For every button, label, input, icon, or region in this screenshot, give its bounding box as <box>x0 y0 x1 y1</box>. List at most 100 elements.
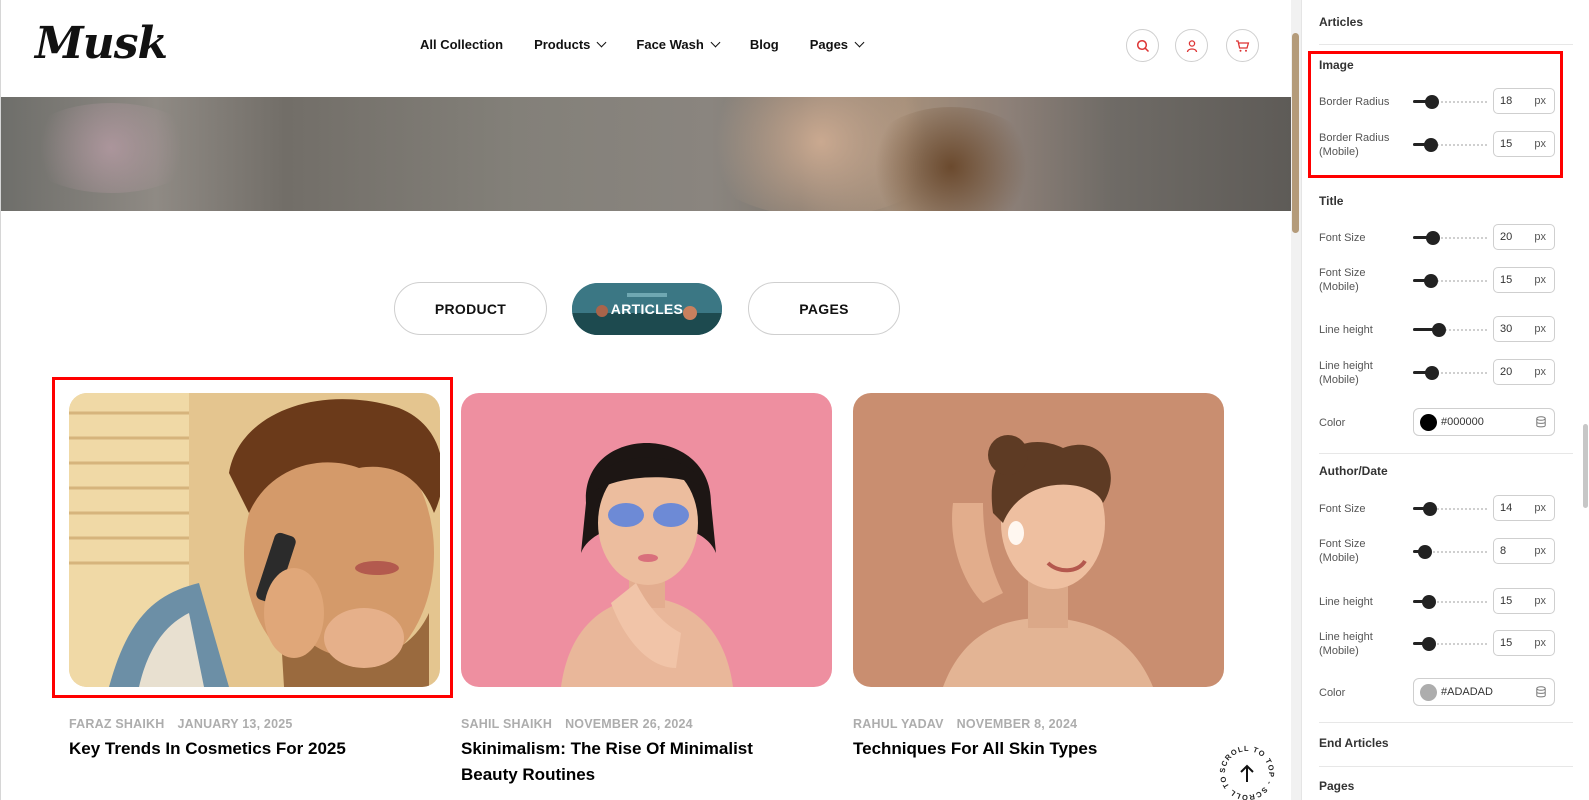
article-image[interactable] <box>461 393 832 687</box>
unit-label: px <box>1534 274 1546 286</box>
preview-scrollbar[interactable] <box>1291 0 1301 800</box>
cart-button[interactable] <box>1226 29 1259 62</box>
article-card[interactable]: FARAZ SHAIKH JANUARY 13, 2025 Key Trends … <box>69 393 440 758</box>
slider-knob[interactable] <box>1422 637 1436 651</box>
search-button[interactable] <box>1126 29 1159 62</box>
border-radius-mobile-slider[interactable] <box>1413 138 1487 152</box>
article-author[interactable]: SAHIL SHAIKH <box>461 717 552 731</box>
scroll-to-top-button[interactable]: SCROLL TO TOP - SCROLL TO TOP - <box>1215 737 1276 800</box>
nav-products[interactable]: Products <box>534 37 607 52</box>
arrow-up-icon <box>1240 764 1254 782</box>
author-font-size-slider[interactable] <box>1413 502 1487 516</box>
nav-face-wash[interactable]: Face Wash <box>636 37 721 52</box>
woman-applying-cream-photo <box>853 393 1224 687</box>
title-line-height-mobile-slider[interactable] <box>1413 366 1487 380</box>
nav-all-collection[interactable]: All Collection <box>420 37 503 52</box>
nav-label: Products <box>534 37 591 52</box>
divider <box>1319 44 1573 45</box>
slider-knob[interactable] <box>1422 595 1436 609</box>
title-line-height-input[interactable]: 30 px <box>1493 316 1555 342</box>
database-icon[interactable] <box>1536 416 1546 428</box>
article-image[interactable] <box>69 393 440 687</box>
divider <box>1319 722 1573 723</box>
section-heading-pages[interactable]: Pages <box>1319 779 1354 793</box>
article-author[interactable]: FARAZ SHAIKH <box>69 717 164 731</box>
color-hex-value: #ADADAD <box>1441 686 1493 698</box>
unit-label: px <box>1534 231 1546 243</box>
site-logo[interactable]: Musk <box>35 18 168 69</box>
unit-label: px <box>1534 366 1546 378</box>
unit-label: px <box>1534 323 1546 335</box>
title-font-size-mobile-slider[interactable] <box>1413 274 1487 288</box>
article-author[interactable]: RAHUL YADAV <box>853 717 944 731</box>
input-value: 18 <box>1500 95 1513 107</box>
slider-knob[interactable] <box>1423 502 1437 516</box>
title-font-size-mobile-input[interactable]: 15 px <box>1493 267 1555 293</box>
nav-label: Pages <box>809 37 849 52</box>
slider-knob[interactable] <box>1424 138 1438 152</box>
title-color-picker[interactable]: #000000 <box>1413 408 1555 436</box>
article-title[interactable]: Key Trends In Cosmetics For 2025 <box>69 736 399 762</box>
cart-icon <box>1236 39 1250 52</box>
panel-scrollbar[interactable] <box>1581 0 1589 800</box>
panel-scrollbar-thumb[interactable] <box>1583 424 1588 508</box>
title-font-size-slider[interactable] <box>1413 231 1487 245</box>
nav-pages[interactable]: Pages <box>809 37 865 52</box>
author-font-size-label: Font Size <box>1319 503 1366 515</box>
border-radius-input[interactable]: 18 px <box>1493 88 1555 114</box>
nav-label: Blog <box>749 37 779 52</box>
slider-knob[interactable] <box>1432 323 1446 337</box>
border-radius-mobile-input[interactable]: 15 px <box>1493 131 1555 157</box>
section-heading-articles[interactable]: Articles <box>1319 15 1363 29</box>
input-value: 30 <box>1500 323 1513 335</box>
article-title[interactable]: Techniques For All Skin Types <box>853 736 1183 762</box>
divider <box>1319 766 1573 767</box>
settings-panel: Articles Image Border Radius 18 px Border… <box>1301 0 1589 800</box>
article-card[interactable]: SAHIL SHAIKH NOVEMBER 26, 2024 Skinimalis… <box>461 393 832 784</box>
article-image[interactable] <box>853 393 1224 687</box>
account-button[interactable] <box>1175 29 1208 62</box>
main-nav: All Collection Products Face Wash Blog P… <box>420 37 865 52</box>
slider-knob[interactable] <box>1425 95 1439 109</box>
article-card[interactable]: RAHUL YADAV NOVEMBER 8, 2024 Techniques F… <box>853 393 1224 758</box>
input-value: 14 <box>1500 502 1513 514</box>
title-font-size-input[interactable]: 20 px <box>1493 224 1555 250</box>
author-font-size-input[interactable]: 14 px <box>1493 495 1555 521</box>
author-line-height-mobile-input[interactable]: 15 px <box>1493 630 1555 656</box>
slider-knob[interactable] <box>1426 231 1440 245</box>
author-color-swatch[interactable] <box>1420 684 1437 701</box>
article-date: NOVEMBER 26, 2024 <box>565 717 693 731</box>
chevron-down-icon <box>596 37 607 48</box>
author-line-height-label: Line height <box>1319 596 1373 608</box>
label-line: Font Size <box>1319 267 1366 279</box>
author-font-size-mobile-slider[interactable] <box>1413 545 1487 559</box>
author-line-height-slider[interactable] <box>1413 595 1487 609</box>
author-font-size-mobile-input[interactable]: 8 px <box>1493 538 1555 564</box>
chevron-down-icon <box>710 37 721 48</box>
author-font-size-mobile-label: Font Size (Mobile) <box>1319 537 1365 565</box>
slider-knob[interactable] <box>1425 366 1439 380</box>
nav-blog[interactable]: Blog <box>750 37 779 52</box>
title-color-swatch[interactable] <box>1420 414 1437 431</box>
author-line-height-input[interactable]: 15 px <box>1493 588 1555 614</box>
preview-scrollbar-thumb[interactable] <box>1292 33 1299 233</box>
article-title[interactable]: Skinimalism: The Rise Of Minimalist Beau… <box>461 736 791 788</box>
slider-knob[interactable] <box>1424 274 1438 288</box>
input-value: 15 <box>1500 637 1513 649</box>
tab-articles[interactable]: ARTICLES <box>572 283 722 335</box>
database-icon[interactable] <box>1536 686 1546 698</box>
title-line-height-mobile-label: Line height (Mobile) <box>1319 359 1373 387</box>
slider-knob[interactable] <box>1418 545 1432 559</box>
input-value: 15 <box>1500 595 1513 607</box>
tab-product[interactable]: PRODUCT <box>394 282 547 335</box>
author-color-picker[interactable]: #ADADAD <box>1413 678 1555 706</box>
title-font-size-mobile-label: Font Size (Mobile) <box>1319 266 1365 294</box>
border-radius-slider[interactable] <box>1413 95 1487 109</box>
title-line-height-slider[interactable] <box>1413 323 1487 337</box>
title-line-height-mobile-input[interactable]: 20 px <box>1493 359 1555 385</box>
section-end-articles[interactable]: End Articles <box>1319 736 1389 750</box>
tab-pages[interactable]: PAGES <box>748 282 900 335</box>
unit-label: px <box>1534 595 1546 607</box>
author-line-height-mobile-slider[interactable] <box>1413 637 1487 651</box>
unit-label: px <box>1534 637 1546 649</box>
